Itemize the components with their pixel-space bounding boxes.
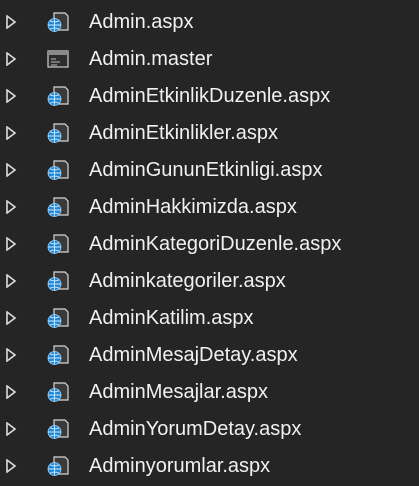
aspx-file-icon [47, 455, 69, 476]
tree-item-adminkategoriler-aspx[interactable]: Adminkategoriler.aspx [0, 262, 419, 299]
aspx-file-icon [47, 344, 69, 365]
expand-arrow-icon[interactable] [5, 88, 17, 103]
tree-item-adminyorumlar-aspx[interactable]: Adminyorumlar.aspx [0, 447, 419, 484]
expand-arrow-icon[interactable] [5, 347, 17, 362]
expand-arrow-icon[interactable] [5, 199, 17, 214]
expand-arrow-icon[interactable] [5, 273, 17, 288]
tree-item-label: AdminHakkimizda.aspx [89, 195, 297, 218]
expand-arrow-icon[interactable] [5, 458, 17, 473]
tree-item-adminetkinlikduzenle-aspx[interactable]: AdminEtkinlikDuzenle.aspx [0, 77, 419, 114]
tree-item-label: Adminkategoriler.aspx [89, 269, 286, 292]
expand-arrow-icon[interactable] [5, 14, 17, 29]
tree-item-label: AdminMesajDetay.aspx [89, 343, 298, 366]
tree-item-adminkategoriduzenle-aspx[interactable]: AdminKategoriDuzenle.aspx [0, 225, 419, 262]
tree-item-label: AdminGununEtkinligi.aspx [89, 158, 323, 181]
expand-arrow-icon[interactable] [5, 384, 17, 399]
tree-item-label: AdminMesajlar.aspx [89, 380, 268, 403]
aspx-file-icon [47, 122, 69, 143]
aspx-file-icon [47, 233, 69, 254]
tree-item-label: AdminKategoriDuzenle.aspx [89, 232, 342, 255]
tree-item-admin-master[interactable]: Admin.master [0, 40, 419, 77]
solution-explorer-tree: Admin.aspx Admin.master AdminEtkinlikDuz… [0, 0, 419, 486]
expand-arrow-icon[interactable] [5, 162, 17, 177]
tree-item-adminyorumdetay-aspx[interactable]: AdminYorumDetay.aspx [0, 410, 419, 447]
tree-item-label: Admin.aspx [89, 10, 194, 33]
tree-item-adminmesajlar-aspx[interactable]: AdminMesajlar.aspx [0, 373, 419, 410]
tree-item-admin-aspx[interactable]: Admin.aspx [0, 3, 419, 40]
expand-arrow-icon[interactable] [5, 236, 17, 251]
expand-arrow-icon[interactable] [5, 310, 17, 325]
aspx-file-icon [47, 85, 69, 106]
tree-item-label: AdminEtkinlikler.aspx [89, 121, 278, 144]
master-page-icon [47, 49, 69, 68]
tree-item-admingununetkinligi-aspx[interactable]: AdminGununEtkinligi.aspx [0, 151, 419, 188]
tree-item-adminkatilim-aspx[interactable]: AdminKatilim.aspx [0, 299, 419, 336]
aspx-file-icon [47, 11, 69, 32]
tree-item-label: AdminEtkinlikDuzenle.aspx [89, 84, 331, 107]
aspx-file-icon [47, 270, 69, 291]
tree-item-adminmesajdetay-aspx[interactable]: AdminMesajDetay.aspx [0, 336, 419, 373]
expand-arrow-icon[interactable] [5, 125, 17, 140]
expand-arrow-icon[interactable] [5, 421, 17, 436]
tree-item-label: AdminKatilim.aspx [89, 306, 254, 329]
aspx-file-icon [47, 307, 69, 328]
tree-item-adminhakkimizda-aspx[interactable]: AdminHakkimizda.aspx [0, 188, 419, 225]
tree-item-label: Adminyorumlar.aspx [89, 454, 271, 477]
aspx-file-icon [47, 159, 69, 180]
tree-item-label: Admin.master [89, 47, 213, 70]
tree-item-adminetkinlikler-aspx[interactable]: AdminEtkinlikler.aspx [0, 114, 419, 151]
expand-arrow-icon[interactable] [5, 51, 17, 66]
aspx-file-icon [47, 381, 69, 402]
aspx-file-icon [47, 196, 69, 217]
tree-item-label: AdminYorumDetay.aspx [89, 417, 302, 440]
aspx-file-icon [47, 418, 69, 439]
